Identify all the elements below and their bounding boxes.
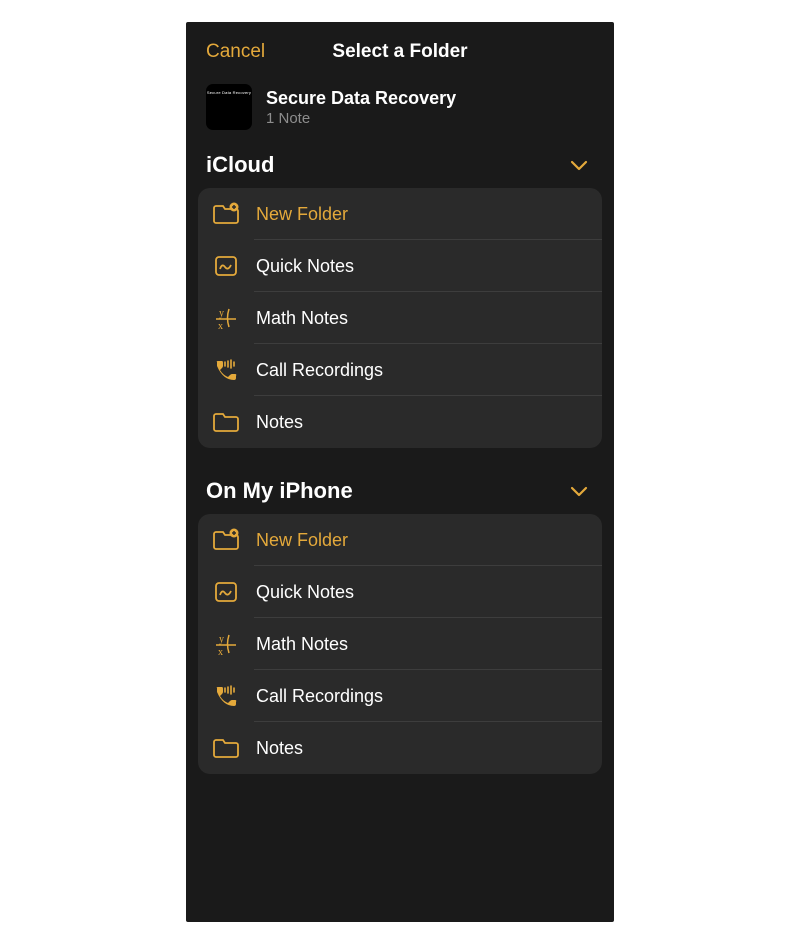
svg-text:x: x (218, 321, 223, 330)
folder-item-notes[interactable]: Notes (198, 722, 602, 774)
call-recordings-icon (212, 683, 240, 709)
folder-item-quick-notes[interactable]: Quick Notes (198, 240, 602, 292)
note-thumbnail-text: Secure Data Recovery (207, 90, 251, 95)
svg-text:x: x (218, 647, 223, 656)
section-title: iCloud (206, 152, 274, 178)
item-label: Notes (256, 412, 303, 433)
item-label: New Folder (256, 204, 348, 225)
cancel-button[interactable]: Cancel (206, 41, 265, 63)
call-recordings-icon (212, 357, 240, 383)
item-label: Notes (256, 738, 303, 759)
folder-icon (212, 409, 240, 435)
quick-notes-icon (212, 253, 240, 279)
math-notes-icon: yx (212, 305, 240, 331)
new-folder-icon (212, 201, 240, 227)
item-label: New Folder (256, 530, 348, 551)
section-header-icloud[interactable]: iCloud (186, 144, 614, 188)
folder-item-math-notes[interactable]: yx Math Notes (198, 292, 602, 344)
folder-item-call-recordings[interactable]: Call Recordings (198, 670, 602, 722)
quick-notes-icon (212, 579, 240, 605)
section-header-iphone[interactable]: On My iPhone (186, 470, 614, 514)
phone-frame: Cancel Select a Folder Secure Data Recov… (186, 22, 614, 922)
note-meta: Secure Data Recovery 1 Note (266, 88, 456, 127)
item-label: Call Recordings (256, 686, 383, 707)
svg-text:y: y (219, 308, 224, 319)
chevron-down-icon[interactable] (570, 486, 588, 497)
page-title: Select a Folder (332, 41, 467, 63)
note-title: Secure Data Recovery (266, 88, 456, 109)
folder-list-icloud: New Folder Quick Notes yx Math Notes Cal… (198, 188, 602, 448)
folder-item-call-recordings[interactable]: Call Recordings (198, 344, 602, 396)
item-label: Call Recordings (256, 360, 383, 381)
new-folder-button[interactable]: New Folder (198, 188, 602, 240)
math-notes-icon: yx (212, 631, 240, 657)
item-label: Math Notes (256, 634, 348, 655)
section-title: On My iPhone (206, 478, 353, 504)
item-label: Quick Notes (256, 582, 354, 603)
item-label: Quick Notes (256, 256, 354, 277)
folder-item-quick-notes[interactable]: Quick Notes (198, 566, 602, 618)
item-label: Math Notes (256, 308, 348, 329)
folder-icon (212, 735, 240, 761)
new-folder-icon (212, 527, 240, 553)
header: Cancel Select a Folder (186, 22, 614, 76)
folder-list-iphone: New Folder Quick Notes yx Math Notes Cal… (198, 514, 602, 774)
note-thumbnail: Secure Data Recovery (206, 84, 252, 130)
new-folder-button[interactable]: New Folder (198, 514, 602, 566)
folder-item-notes[interactable]: Notes (198, 396, 602, 448)
note-subtitle: 1 Note (266, 110, 456, 127)
svg-text:y: y (219, 634, 224, 645)
note-preview-row: Secure Data Recovery Secure Data Recover… (186, 76, 614, 144)
chevron-down-icon[interactable] (570, 160, 588, 171)
folder-item-math-notes[interactable]: yx Math Notes (198, 618, 602, 670)
